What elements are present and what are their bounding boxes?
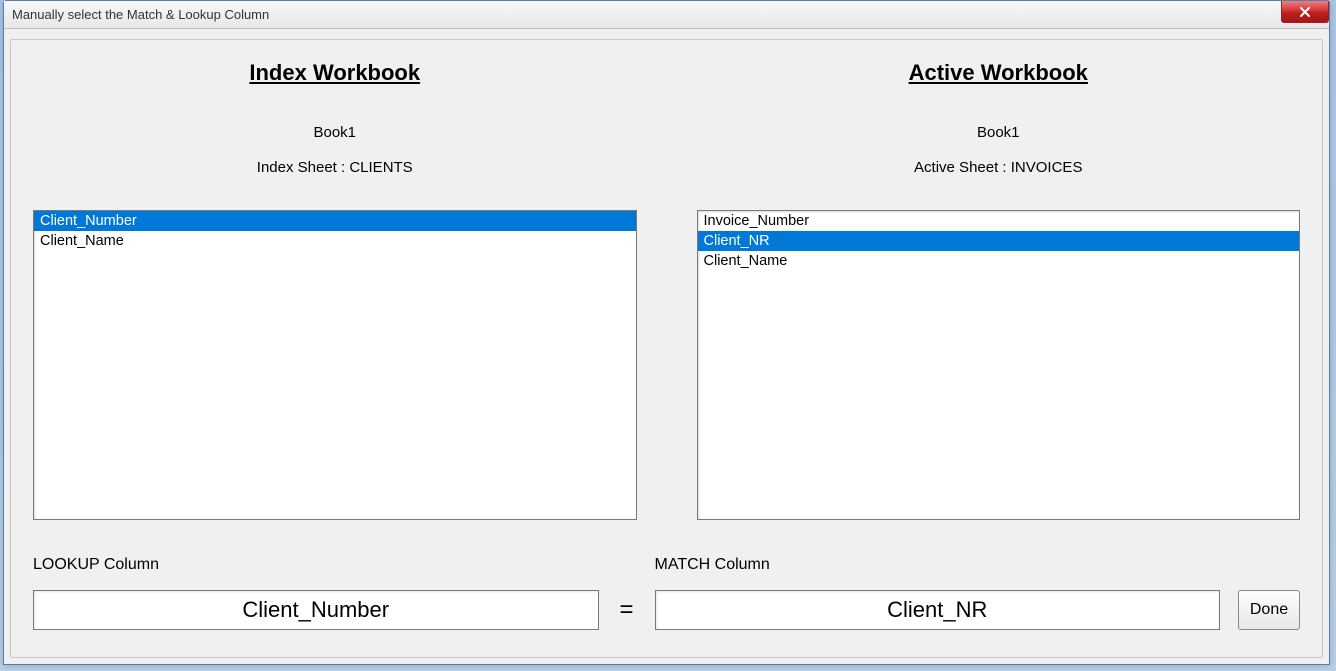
columns-row: Index Workbook Book1 Index Sheet : CLIEN… — [33, 60, 1300, 520]
active-heading: Active Workbook — [909, 60, 1088, 86]
active-sheet-label: Active Sheet : INVOICES — [914, 159, 1082, 176]
list-item[interactable]: Client_Name — [34, 231, 636, 251]
lookup-value-box: Client_Number — [33, 590, 599, 630]
dialog-window: Manually select the Match & Lookup Colum… — [3, 0, 1330, 665]
lookup-label: LOOKUP Column — [33, 556, 599, 574]
active-listbox[interactable]: Invoice_NumberClient_NRClient_Name — [697, 210, 1301, 520]
close-button[interactable] — [1281, 1, 1329, 23]
index-listbox[interactable]: Client_NumberClient_Name — [33, 210, 637, 520]
match-label: MATCH Column — [655, 556, 1221, 574]
titlebar[interactable]: Manually select the Match & Lookup Colum… — [4, 1, 1329, 29]
match-section: MATCH Column Client_NR — [655, 556, 1221, 630]
index-column: Index Workbook Book1 Index Sheet : CLIEN… — [33, 60, 637, 520]
list-item[interactable]: Client_Number — [34, 211, 636, 231]
index-sheet-label: Index Sheet : CLIENTS — [257, 159, 413, 176]
index-heading: Index Workbook — [249, 60, 420, 86]
active-workbook-name: Book1 — [977, 124, 1020, 141]
lookup-section: LOOKUP Column Client_Number — [33, 556, 599, 630]
equals-sign: = — [607, 596, 647, 630]
match-value-box: Client_NR — [655, 590, 1221, 630]
close-icon — [1299, 6, 1311, 18]
active-column: Active Workbook Book1 Active Sheet : INV… — [697, 60, 1301, 520]
inner-panel: Index Workbook Book1 Index Sheet : CLIEN… — [10, 39, 1323, 658]
content-area: Index Workbook Book1 Index Sheet : CLIEN… — [4, 29, 1329, 664]
window-title: Manually select the Match & Lookup Colum… — [12, 7, 269, 22]
list-item[interactable]: Client_NR — [698, 231, 1300, 251]
done-button[interactable]: Done — [1238, 590, 1300, 630]
bottom-row: LOOKUP Column Client_Number = MATCH Colu… — [33, 556, 1300, 630]
list-item[interactable]: Invoice_Number — [698, 211, 1300, 231]
index-workbook-name: Book1 — [313, 124, 356, 141]
list-item[interactable]: Client_Name — [698, 251, 1300, 271]
